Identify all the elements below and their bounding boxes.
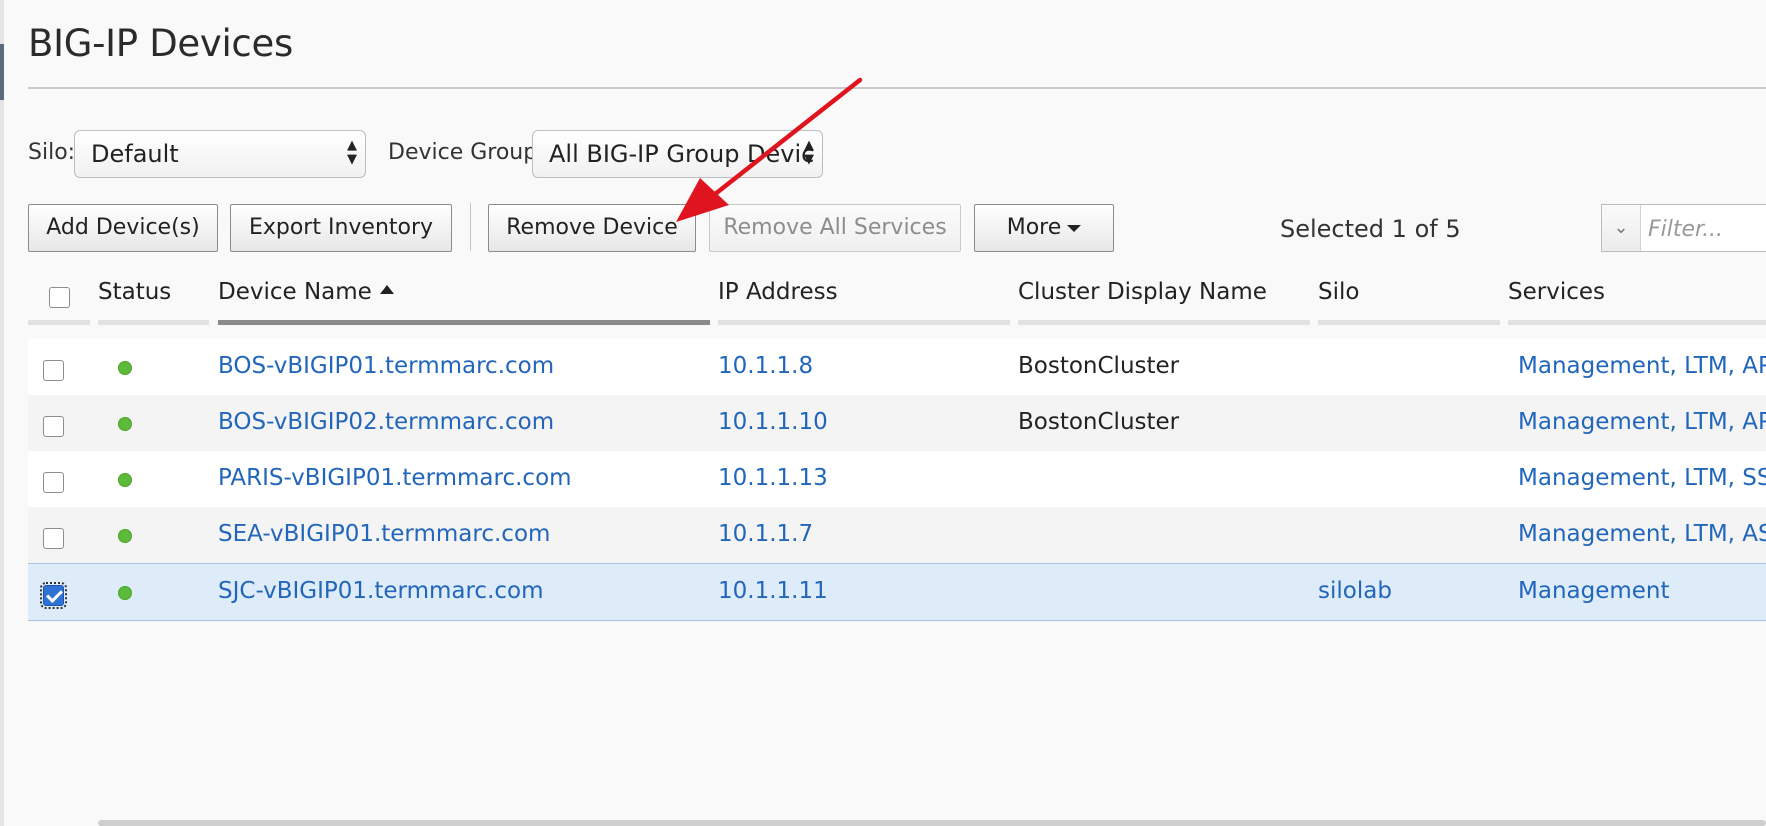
- services-link[interactable]: Management: [1518, 578, 1670, 604]
- status-dot-icon: [118, 529, 132, 543]
- device-name-link[interactable]: SJC-vBIGIP01.termmarc.com: [218, 578, 544, 604]
- column-divider: [28, 320, 90, 325]
- filter-box: ⌄: [1601, 204, 1766, 252]
- export-inventory-button[interactable]: Export Inventory: [230, 204, 452, 252]
- device-name-link[interactable]: PARIS-vBIGIP01.termmarc.com: [218, 465, 572, 491]
- column-divider: [1318, 320, 1500, 325]
- left-nav-marker: [0, 44, 4, 100]
- column-divider: [98, 320, 209, 325]
- services-link[interactable]: Management, LTM, AS: [1518, 521, 1766, 547]
- column-header-silo[interactable]: Silo: [1318, 279, 1359, 305]
- status-dot-icon: [118, 586, 132, 600]
- table-row[interactable]: BOS-vBIGIP01.termmarc.com 10.1.1.8 Bosto…: [28, 339, 1766, 396]
- column-divider-active: [218, 320, 710, 325]
- select-all-checkbox[interactable]: [49, 287, 70, 308]
- silo-link[interactable]: silolab: [1318, 578, 1392, 604]
- column-divider: [1508, 320, 1766, 325]
- column-header-cluster[interactable]: Cluster Display Name: [1018, 279, 1267, 305]
- ip-address-link[interactable]: 10.1.1.11: [718, 578, 828, 604]
- device-name-link[interactable]: BOS-vBIGIP01.termmarc.com: [218, 353, 554, 379]
- device-group-label: Device Group:: [388, 140, 545, 165]
- column-header-status[interactable]: Status: [98, 279, 171, 305]
- row-checkbox[interactable]: [43, 528, 64, 549]
- row-checkbox-checked[interactable]: [40, 582, 67, 609]
- selection-count: Selected 1 of 5: [1280, 215, 1461, 243]
- column-header-services[interactable]: Services: [1508, 279, 1605, 305]
- silo-select[interactable]: Default ▲ ▼: [74, 130, 366, 178]
- device-group-select-value: All BIG-IP Group Devic: [549, 140, 815, 168]
- column-divider: [1018, 320, 1310, 325]
- chevron-down-icon[interactable]: ⌄: [1602, 205, 1641, 251]
- toolbar-separator: [470, 203, 471, 251]
- row-checkbox[interactable]: [43, 360, 64, 381]
- remove-device-button[interactable]: Remove Device: [488, 204, 696, 252]
- device-name-link[interactable]: SEA-vBIGIP01.termmarc.com: [218, 521, 550, 547]
- cluster-name: BostonCluster: [1018, 353, 1180, 379]
- column-divider: [718, 320, 1010, 325]
- column-header-ip-address[interactable]: IP Address: [718, 279, 838, 305]
- status-dot-icon: [118, 417, 132, 431]
- page-title: BIG-IP Devices: [28, 22, 293, 65]
- services-link[interactable]: Management, LTM, SS: [1518, 465, 1766, 491]
- title-divider: [28, 87, 1766, 89]
- ip-address-link[interactable]: 10.1.1.13: [718, 465, 828, 491]
- device-group-select[interactable]: All BIG-IP Group Devic ▲ ▼: [532, 130, 823, 178]
- table-row-selected[interactable]: SJC-vBIGIP01.termmarc.com 10.1.1.11 silo…: [28, 563, 1766, 621]
- filter-input[interactable]: [1646, 212, 1766, 246]
- column-header-device-name[interactable]: Device Name: [218, 279, 394, 305]
- ip-address-link[interactable]: 10.1.1.7: [718, 521, 813, 547]
- status-dot-icon: [118, 361, 132, 375]
- cluster-name: BostonCluster: [1018, 409, 1180, 435]
- services-link[interactable]: Management, LTM, AP: [1518, 409, 1766, 435]
- table-row[interactable]: BOS-vBIGIP02.termmarc.com 10.1.1.10 Bost…: [28, 395, 1766, 452]
- ip-address-link[interactable]: 10.1.1.10: [718, 409, 828, 435]
- table-row[interactable]: SEA-vBIGIP01.termmarc.com 10.1.1.7 Manag…: [28, 507, 1766, 564]
- device-name-header-label: Device Name: [218, 279, 372, 305]
- remove-all-services-button[interactable]: Remove All Services: [709, 204, 961, 252]
- up-down-arrows-icon: ▲ ▼: [804, 138, 814, 167]
- services-link[interactable]: Management, LTM, AP: [1518, 353, 1766, 379]
- row-checkbox[interactable]: [43, 472, 64, 493]
- more-button[interactable]: More: [974, 204, 1114, 252]
- horizontal-scrollbar[interactable]: [98, 820, 1766, 826]
- silo-select-value: Default: [91, 140, 179, 168]
- up-down-arrows-icon: ▲ ▼: [347, 138, 357, 167]
- left-nav-edge: [0, 0, 4, 826]
- more-button-label: More: [1006, 215, 1062, 240]
- row-checkbox[interactable]: [43, 416, 64, 437]
- caret-down-icon: [1067, 224, 1082, 232]
- device-name-link[interactable]: BOS-vBIGIP02.termmarc.com: [218, 409, 554, 435]
- add-devices-button[interactable]: Add Device(s): [28, 204, 218, 252]
- ip-address-link[interactable]: 10.1.1.8: [718, 353, 813, 379]
- table-row[interactable]: PARIS-vBIGIP01.termmarc.com 10.1.1.13 Ma…: [28, 451, 1766, 508]
- sort-ascending-icon: [379, 285, 394, 294]
- status-dot-icon: [118, 473, 132, 487]
- silo-label: Silo:: [28, 140, 76, 165]
